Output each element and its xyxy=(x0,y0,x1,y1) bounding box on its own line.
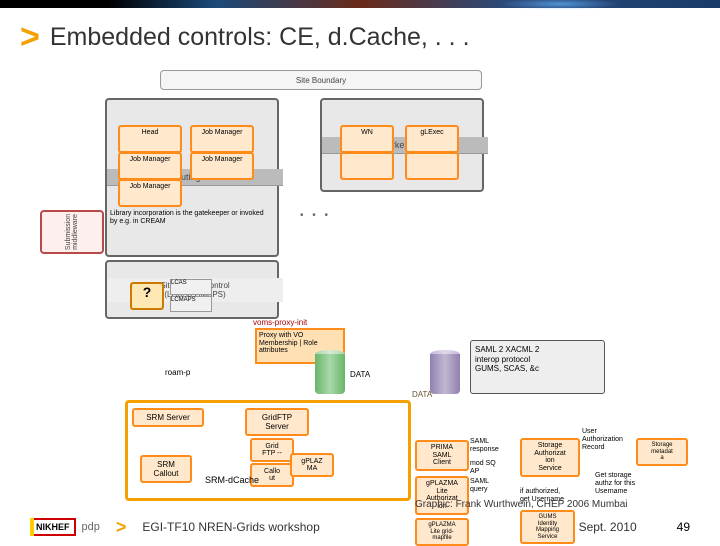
dots-icon: • • • xyxy=(300,210,331,221)
saml-query-label: SAML query xyxy=(470,478,489,494)
job-manager-2: Job Manager xyxy=(118,152,182,180)
site-boundary-box: Site Boundary xyxy=(160,70,482,90)
library-text: Library incorporation is the gatekeeper … xyxy=(110,210,270,225)
top-banner xyxy=(0,0,720,8)
modxsl-label: mod SQ AP xyxy=(470,460,496,476)
footer-event: EGI-TF10 NREN-Grids workshop xyxy=(142,520,319,534)
glexec-box: gLExec xyxy=(405,125,459,153)
pdp-label: pdp xyxy=(82,521,100,533)
head-box: Head xyxy=(118,125,182,153)
footer-date: Sept. 2010 xyxy=(579,520,637,534)
prima-box: PRIMA SAML Client xyxy=(415,440,469,471)
protocol-panel: SAML 2 XACML 2 interop protocol GUMS, SC… xyxy=(470,340,605,394)
title-row: > Embedded controls: CE, d.Cache, . . . xyxy=(0,8,720,65)
middleware-box: Submission middleware xyxy=(40,210,104,254)
voms-label: voms-proxy-init xyxy=(253,318,307,327)
question-icon: ? xyxy=(130,282,164,310)
job-manager-3: Job Manager xyxy=(190,152,254,180)
data-cylinder-2 xyxy=(430,350,460,395)
page-number: 49 xyxy=(677,520,690,534)
footer-chevron-icon: > xyxy=(116,517,127,538)
data-label-1: DATA xyxy=(350,370,370,379)
glexec-sub xyxy=(405,152,459,180)
wn-sub xyxy=(340,152,394,180)
gridftp-server-box: GridFTP Server xyxy=(245,408,309,436)
diagram-area: Site Boundary Submission middleware Comp… xyxy=(50,70,650,460)
job-manager-1: Job Manager xyxy=(190,125,254,153)
gplazma-box: gPLAZ MA xyxy=(290,453,334,477)
footer: NIKHEF pdp > EGI-TF10 NREN-Grids worksho… xyxy=(0,514,720,540)
gridftp-pi-box: Grid FTP -- xyxy=(250,438,294,462)
roam-label: roam-p xyxy=(165,368,190,377)
srm-callout-box: SRM Callout xyxy=(140,455,192,483)
storage-metadata-box: Storage metadat a xyxy=(636,438,688,466)
page-title: Embedded controls: CE, d.Cache, . . . xyxy=(50,23,470,52)
data-cylinder-1 xyxy=(315,350,345,395)
srm-dcache-label: SRM-dCache xyxy=(205,475,259,485)
srm-server-box: SRM Server xyxy=(132,408,204,427)
graphic-credit: Graphic: Frank Wurthwein, CHEP 2006 Mumb… xyxy=(415,499,628,510)
lcas-box: LCAS xyxy=(170,279,212,295)
get-storage-auth-label: Get storage authz for this Username xyxy=(595,472,635,496)
nikhef-logo: NIKHEF xyxy=(30,518,76,536)
data-label-2: DATA xyxy=(412,390,432,399)
job-manager-4: Job Manager xyxy=(118,179,182,207)
user-auth-record-label: User Authorization Record xyxy=(582,428,623,452)
lcmaps-box: LCMAPS xyxy=(170,296,212,312)
storage-auth-svc-box: Storage Authorizat ion Service xyxy=(520,438,580,477)
chevron-icon: > xyxy=(20,18,40,57)
saml-response-label: SAML response xyxy=(470,438,499,454)
wn-box: WN xyxy=(340,125,394,153)
